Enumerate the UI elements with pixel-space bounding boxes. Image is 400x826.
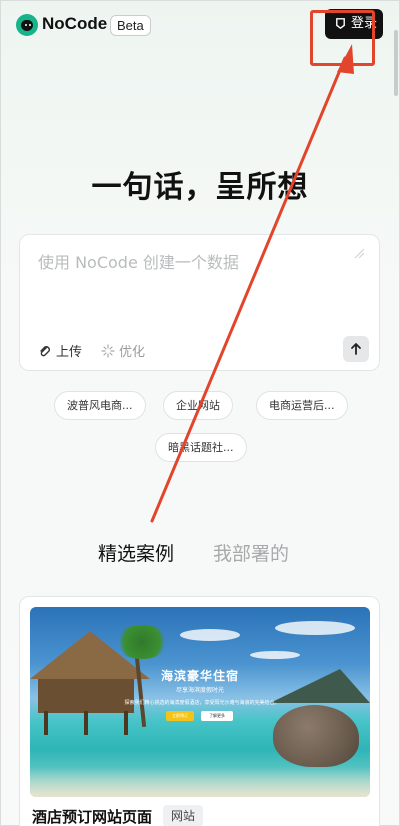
send-button[interactable] xyxy=(343,336,369,362)
tab-my-deployments[interactable]: 我部署的 xyxy=(213,539,289,566)
brand-name: NoCode xyxy=(42,14,108,33)
case-title: 酒店预订网站页面 xyxy=(32,808,153,826)
user-shield-icon xyxy=(336,18,345,30)
prompt-input[interactable] xyxy=(38,253,338,272)
scrollbar[interactable] xyxy=(394,30,398,96)
suggestion-chip[interactable]: 暗黑话题社... xyxy=(155,433,247,462)
arrow-up-icon xyxy=(351,343,361,355)
login-button[interactable]: 登录 xyxy=(325,9,383,39)
preview-secondary-button: 了解更多 xyxy=(201,711,233,721)
cloud xyxy=(250,651,300,659)
preview-primary-button: 立即预订 xyxy=(166,711,194,721)
hut-post xyxy=(124,711,128,735)
case-card[interactable]: 海滨豪华住宿 尽享海滨度假时光 探索我们精心挑选的海滨度假酒店，享受阳光沙滩与海… xyxy=(19,596,380,826)
beach-sand xyxy=(30,767,370,797)
preview-description: 探索我们精心挑选的海滨度假酒店，享受阳光沙滩与海浪的完美结合。 xyxy=(124,700,280,706)
nocode-logo-icon xyxy=(16,14,38,36)
preview-subtitle: 尽享海滨度假时光 xyxy=(175,687,224,694)
hut-post xyxy=(44,711,48,735)
prompt-card: 上传 优化 xyxy=(19,234,380,371)
case-preview-image: 海滨豪华住宿 尽享海滨度假时光 探索我们精心挑选的海滨度假酒店，享受阳光沙滩与海… xyxy=(30,607,370,797)
upload-button[interactable]: 上传 xyxy=(38,341,82,360)
hero-title: 一句话，呈所想 xyxy=(91,170,309,205)
optimize-label: 优化 xyxy=(119,345,146,360)
suggestion-chip[interactable]: 企业网站 xyxy=(163,391,233,420)
logo-eye-left xyxy=(25,24,27,26)
tab-featured-cases[interactable]: 精选案例 xyxy=(98,539,174,566)
beta-badge: Beta xyxy=(110,15,151,36)
login-label: 登录 xyxy=(351,16,378,31)
case-tag: 网站 xyxy=(163,805,204,826)
cloud xyxy=(180,629,240,641)
paperclip-icon xyxy=(40,345,50,356)
logo-eye-right xyxy=(29,24,31,26)
upload-label: 上传 xyxy=(56,345,83,360)
cloud xyxy=(275,621,355,635)
top-bar: NoCode Beta 登录 xyxy=(0,0,400,52)
optimize-button[interactable]: 优化 xyxy=(101,341,145,360)
sparkle-icon xyxy=(101,343,115,358)
rock xyxy=(273,705,359,767)
resize-handle-icon[interactable] xyxy=(353,247,365,259)
suggestion-chip[interactable]: 波普风电商... xyxy=(54,391,146,420)
suggestion-chip[interactable]: 电商运营后... xyxy=(256,391,348,420)
hut-post xyxy=(84,711,88,735)
palm-leaves xyxy=(114,625,170,659)
preview-title: 海滨豪华住宿 xyxy=(160,669,239,683)
